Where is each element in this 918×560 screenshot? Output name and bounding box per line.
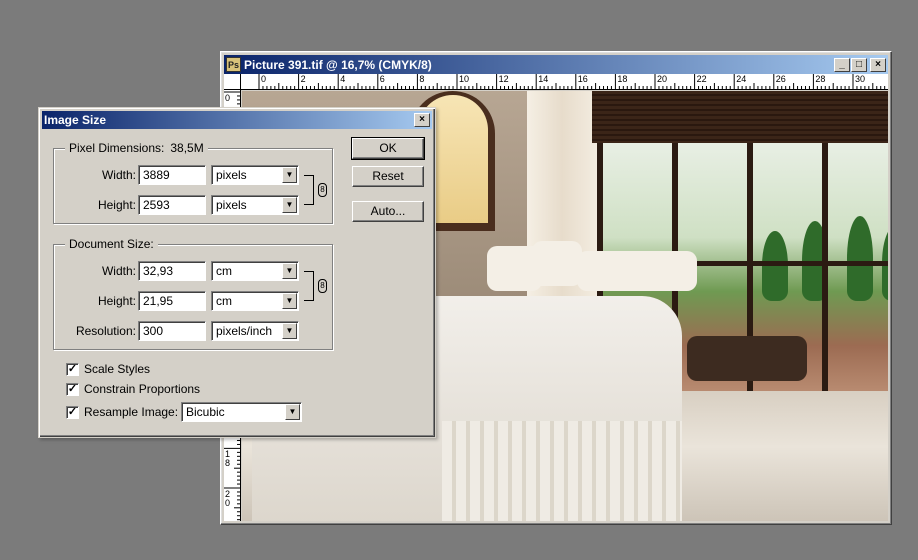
horizontal-ruler[interactable]: 02468101214161820222426283032 [241, 74, 888, 90]
ruler-tick-label: 10 [459, 74, 470, 84]
resolution-unit-select[interactable]: pixels/inch ▼ [211, 321, 299, 341]
pixel-dimensions-size: 38,5M [170, 141, 204, 155]
photo-pillow [532, 241, 582, 286]
ruler-tick-label: 1 8 [225, 449, 231, 469]
resample-image-option[interactable]: ✓ Resample Image: [66, 405, 178, 419]
constrain-proportions-option[interactable]: ✓ Constrain Proportions [66, 382, 200, 396]
photo-bench [687, 336, 807, 381]
reset-button[interactable]: Reset [352, 166, 424, 187]
photo-bed-skirt [442, 421, 682, 521]
ruler-tick-label: 14 [538, 74, 549, 84]
link-bracket [304, 175, 314, 205]
chain-link-icon: 8 [318, 183, 327, 197]
chevron-down-icon[interactable]: ▼ [285, 404, 300, 420]
resolution-label: Resolution: [75, 324, 136, 338]
ruler-tick-label: 2 [300, 74, 306, 84]
photo-tree [762, 231, 788, 301]
chevron-down-icon[interactable]: ▼ [282, 293, 297, 309]
ruler-tick-label: 18 [617, 74, 628, 84]
resample-image-checkbox[interactable]: ✓ [66, 405, 79, 419]
document-size-group: Document Size: Width: 32,93 cm ▼ Height:… [53, 237, 333, 350]
chevron-down-icon[interactable]: ▼ [282, 263, 297, 279]
chevron-down-icon[interactable]: ▼ [282, 323, 297, 339]
resolution-input[interactable]: 300 [138, 321, 206, 341]
chain-link-icon: 8 [318, 279, 327, 293]
ruler-tick-label: 2 0 [225, 489, 231, 508]
dialog-title-bar[interactable]: Image Size × [42, 111, 432, 129]
scale-styles-label: Scale Styles [84, 362, 151, 376]
doc-width-unit-select[interactable]: cm ▼ [211, 261, 299, 281]
pixel-height-label: Height: [97, 198, 136, 212]
chevron-down-icon[interactable]: ▼ [282, 197, 297, 213]
pixel-height-input[interactable]: 2593 [138, 195, 206, 215]
scale-styles-checkbox[interactable]: ✓ [66, 362, 79, 376]
scale-styles-option[interactable]: ✓ Scale Styles [66, 362, 150, 376]
ruler-tick-label: 0 [225, 93, 231, 103]
doc-height-input[interactable]: 21,95 [138, 291, 206, 311]
pixel-dimensions-group: Pixel Dimensions: 38,5M Width: 3889 pixel… [53, 141, 333, 224]
dialog-title: Image Size [44, 113, 107, 127]
document-title-bar[interactable]: Ps Picture 391.tif @ 16,7% (CMYK/8) _ □ … [224, 55, 888, 74]
ruler-tick-label: 4 [340, 74, 346, 84]
ok-button[interactable]: OK [351, 137, 425, 160]
photo-pillow [577, 251, 697, 291]
image-size-dialog: Image Size × Pixel Dimensions: 38,5M Widt… [38, 107, 436, 438]
ruler-tick-label: 16 [577, 74, 588, 84]
resample-image-label: Resample Image: [84, 405, 179, 419]
ruler-tick-label: 6 [379, 74, 385, 84]
doc-height-label: Height: [97, 294, 136, 308]
chevron-down-icon[interactable]: ▼ [282, 167, 297, 183]
doc-height-unit-select[interactable]: cm ▼ [211, 291, 299, 311]
photo-blind [592, 91, 888, 143]
pixel-height-unit-select[interactable]: pixels ▼ [211, 195, 299, 215]
ruler-tick-label: 30 [855, 74, 866, 84]
ruler-tick-label: 8 [419, 74, 425, 84]
maximize-icon[interactable]: □ [851, 57, 867, 72]
photo-tree [847, 216, 873, 301]
ruler-corner[interactable] [224, 74, 241, 90]
constrain-proportions-label: Constrain Proportions [84, 382, 201, 396]
doc-width-input[interactable]: 32,93 [138, 261, 206, 281]
ruler-tick-label: 24 [736, 74, 747, 84]
document-title: Picture 391.tif @ 16,7% (CMYK/8) [244, 57, 432, 72]
document-size-label: Document Size: [65, 237, 158, 251]
pixel-width-input[interactable]: 3889 [138, 165, 206, 185]
ruler-tick-label: 26 [775, 74, 786, 84]
close-icon[interactable]: × [414, 113, 430, 127]
minimize-icon[interactable]: _ [834, 57, 850, 72]
ruler-tick-label: 12 [498, 74, 509, 84]
photoshop-icon: Ps [226, 57, 241, 72]
ruler-tick-label: 0 [261, 74, 267, 84]
resample-method-select[interactable]: Bicubic ▼ [181, 402, 302, 422]
constrain-proportions-checkbox[interactable]: ✓ [66, 382, 79, 396]
ruler-tick-label: 22 [696, 74, 707, 84]
pixel-width-label: Width: [101, 168, 136, 182]
photo-window-frame [822, 143, 828, 413]
pixel-width-unit-select[interactable]: pixels ▼ [211, 165, 299, 185]
auto-button[interactable]: Auto... [352, 201, 424, 222]
link-bracket [304, 271, 314, 301]
horizontal-ruler-ticks [258, 74, 886, 89]
close-icon[interactable]: × [870, 57, 886, 72]
doc-width-label: Width: [101, 264, 136, 278]
ruler-tick-label: 20 [657, 74, 668, 84]
pixel-dimensions-label: Pixel Dimensions: 38,5M [65, 141, 208, 155]
ruler-tick-label: 28 [815, 74, 826, 84]
